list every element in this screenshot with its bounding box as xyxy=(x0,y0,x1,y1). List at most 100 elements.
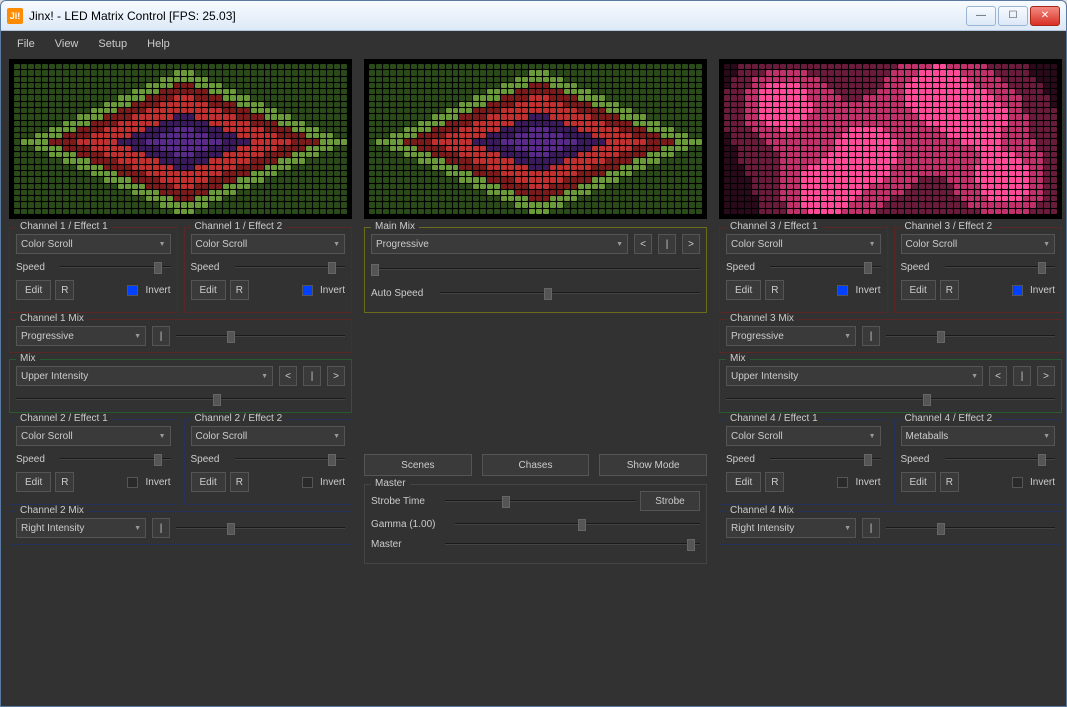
dropdown-ch2mix[interactable]: Right Intensity xyxy=(16,518,146,538)
dropdown-ch4e2[interactable]: Metaballs xyxy=(901,426,1056,446)
slider-ch4e2-speed[interactable] xyxy=(945,452,1056,466)
edit-ch4e1[interactable]: Edit xyxy=(726,472,761,492)
dropdown-ch3mix[interactable]: Progressive xyxy=(726,326,856,346)
reset-ch1e2[interactable]: R xyxy=(230,280,249,300)
slider-master[interactable] xyxy=(445,537,700,551)
minimize-button[interactable]: — xyxy=(966,6,996,26)
slider-autospeed[interactable] xyxy=(440,286,700,300)
dropdown-ch4e1[interactable]: Color Scroll xyxy=(726,426,881,446)
invert-ch1e2[interactable] xyxy=(302,285,313,296)
slider-ch3e1-speed[interactable] xyxy=(770,260,881,274)
panel-ch4-effect2: Channel 4 / Effect 2 Metaballs Speed Edi… xyxy=(894,419,1063,505)
panel-ch1-effect2: Channel 1 / Effect 2 Color Scroll Speed … xyxy=(184,227,353,313)
menu-setup[interactable]: Setup xyxy=(90,36,135,52)
edit-ch2e2[interactable]: Edit xyxy=(191,472,226,492)
dropdown-mix-left[interactable]: Upper Intensity xyxy=(16,366,273,386)
mainmix-pipe[interactable]: | xyxy=(658,234,676,254)
mix-left-next[interactable]: > xyxy=(327,366,345,386)
menu-help[interactable]: Help xyxy=(139,36,178,52)
reset-ch4e2[interactable]: R xyxy=(940,472,959,492)
slider-strobe-time[interactable] xyxy=(445,494,636,508)
window-title: Jinx! - LED Matrix Control [FPS: 25.03] xyxy=(29,9,966,23)
dropdown-mix-right[interactable]: Upper Intensity xyxy=(726,366,983,386)
invert-ch4e1[interactable] xyxy=(837,477,848,488)
panel-ch1-mix: Channel 1 Mix Progressive| xyxy=(9,319,352,353)
preview-right xyxy=(719,59,1062,219)
ch4mix-pipe[interactable]: | xyxy=(862,518,880,538)
reset-ch2e2[interactable]: R xyxy=(230,472,249,492)
dropdown-ch3e1[interactable]: Color Scroll xyxy=(726,234,881,254)
dropdown-ch3e2[interactable]: Color Scroll xyxy=(901,234,1056,254)
panel-ch3-effect1: Channel 3 / Effect 1 Color Scroll Speed … xyxy=(719,227,888,313)
invert-ch3e2[interactable] xyxy=(1012,285,1023,296)
slider-mix-left[interactable] xyxy=(16,392,345,406)
mainmix-prev[interactable]: < xyxy=(634,234,652,254)
slider-ch3mix[interactable] xyxy=(886,329,1055,343)
invert-ch4e2[interactable] xyxy=(1012,477,1023,488)
slider-ch2e1-speed[interactable] xyxy=(60,452,171,466)
edit-ch3e1[interactable]: Edit xyxy=(726,280,761,300)
reset-ch1e1[interactable]: R xyxy=(55,280,74,300)
panel-master: Master Strobe TimeStrobe Gamma (1.00) Ma… xyxy=(364,484,707,564)
mix-left-prev[interactable]: < xyxy=(279,366,297,386)
scenes-button[interactable]: Scenes xyxy=(364,454,472,476)
panel-ch2-effect1: Channel 2 / Effect 1 Color Scroll Speed … xyxy=(9,419,178,505)
dropdown-ch1e1[interactable]: Color Scroll xyxy=(16,234,171,254)
maximize-button[interactable]: ☐ xyxy=(998,6,1028,26)
mainmix-next[interactable]: > xyxy=(682,234,700,254)
slider-ch4e1-speed[interactable] xyxy=(770,452,881,466)
dropdown-ch4mix[interactable]: Right Intensity xyxy=(726,518,856,538)
edit-ch1e1[interactable]: Edit xyxy=(16,280,51,300)
reset-ch3e1[interactable]: R xyxy=(765,280,784,300)
ch1mix-pipe[interactable]: | xyxy=(152,326,170,346)
panel-mix-left: Mix Upper Intensity<|> xyxy=(9,359,352,413)
mix-left-pipe[interactable]: | xyxy=(303,366,321,386)
menu-file[interactable]: File xyxy=(9,36,43,52)
slider-ch1e2-speed[interactable] xyxy=(235,260,346,274)
edit-ch2e1[interactable]: Edit xyxy=(16,472,51,492)
ch2mix-pipe[interactable]: | xyxy=(152,518,170,538)
dropdown-ch1e2[interactable]: Color Scroll xyxy=(191,234,346,254)
invert-ch1e1[interactable] xyxy=(127,285,138,296)
edit-ch1e2[interactable]: Edit xyxy=(191,280,226,300)
reset-ch4e1[interactable]: R xyxy=(765,472,784,492)
dropdown-mainmix[interactable]: Progressive xyxy=(371,234,628,254)
slider-ch4mix[interactable] xyxy=(886,521,1055,535)
slider-gamma[interactable] xyxy=(455,517,700,531)
dropdown-ch2e1[interactable]: Color Scroll xyxy=(16,426,171,446)
mix-right-prev[interactable]: < xyxy=(989,366,1007,386)
preview-left xyxy=(9,59,352,219)
slider-mainmix[interactable] xyxy=(371,262,700,276)
slider-ch2mix[interactable] xyxy=(176,521,345,535)
slider-ch1e1-speed[interactable] xyxy=(60,260,171,274)
reset-ch2e1[interactable]: R xyxy=(55,472,74,492)
panel-ch2-mix: Channel 2 Mix Right Intensity| xyxy=(9,511,352,545)
ch3mix-pipe[interactable]: | xyxy=(862,326,880,346)
showmode-button[interactable]: Show Mode xyxy=(599,454,707,476)
edit-ch3e2[interactable]: Edit xyxy=(901,280,936,300)
panel-ch1-effect1: Channel 1 / Effect 1 Color Scroll Speed … xyxy=(9,227,178,313)
slider-mix-right[interactable] xyxy=(726,392,1055,406)
app-icon: Ji! xyxy=(7,8,23,24)
close-button[interactable]: ✕ xyxy=(1030,6,1060,26)
invert-ch3e1[interactable] xyxy=(837,285,848,296)
reset-ch3e2[interactable]: R xyxy=(940,280,959,300)
mix-right-pipe[interactable]: | xyxy=(1013,366,1031,386)
invert-ch2e2[interactable] xyxy=(302,477,313,488)
chases-button[interactable]: Chases xyxy=(482,454,590,476)
slider-ch1mix[interactable] xyxy=(176,329,345,343)
invert-ch2e1[interactable] xyxy=(127,477,138,488)
menu-view[interactable]: View xyxy=(47,36,87,52)
panel-ch4-mix: Channel 4 Mix Right Intensity| xyxy=(719,511,1062,545)
dropdown-ch2e2[interactable]: Color Scroll xyxy=(191,426,346,446)
menubar: File View Setup Help xyxy=(3,33,1064,55)
slider-ch2e2-speed[interactable] xyxy=(235,452,346,466)
panel-main-mix: Main Mix Progressive<|> Auto Speed xyxy=(364,227,707,313)
strobe-button[interactable]: Strobe xyxy=(640,491,700,511)
edit-ch4e2[interactable]: Edit xyxy=(901,472,936,492)
dropdown-ch1mix[interactable]: Progressive xyxy=(16,326,146,346)
preview-center xyxy=(364,59,707,219)
mix-right-next[interactable]: > xyxy=(1037,366,1055,386)
slider-ch3e2-speed[interactable] xyxy=(945,260,1056,274)
panel-ch3-mix: Channel 3 Mix Progressive| xyxy=(719,319,1062,353)
